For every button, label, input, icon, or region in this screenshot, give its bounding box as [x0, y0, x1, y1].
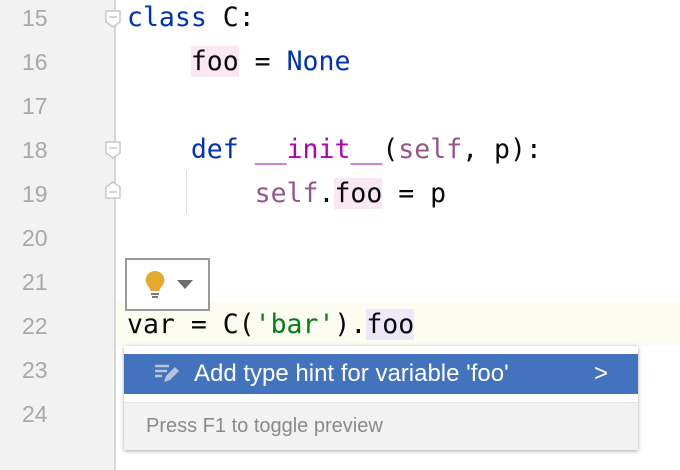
line-number: 17: [22, 93, 48, 119]
code-line-16[interactable]: foo = None: [127, 40, 350, 84]
popup-footer: Press F1 to toggle preview: [124, 402, 638, 450]
chevron-down-icon: [177, 280, 193, 289]
code-line-19[interactable]: self.foo = p: [127, 172, 446, 216]
line-number: 24: [22, 401, 48, 427]
line-number: 18: [22, 137, 48, 163]
fold-collapse-icon[interactable]: [105, 10, 121, 28]
code-line-18[interactable]: def __init__(self, p):: [127, 128, 542, 172]
line-number: 22: [22, 313, 48, 339]
fold-end-icon[interactable]: [105, 181, 121, 199]
line-number: 15: [22, 5, 48, 31]
line-number: 20: [22, 225, 48, 251]
line-number: 23: [22, 357, 48, 383]
fold-collapse-icon[interactable]: [105, 141, 121, 159]
intention-item-add-type-hint[interactable]: Add type hint for variable 'foo' >: [124, 354, 638, 394]
code-line-15[interactable]: class C:: [127, 0, 255, 40]
line-number: 19: [22, 181, 48, 207]
intention-actions-button[interactable]: [125, 258, 210, 311]
intention-popup: Add type hint for variable 'foo' > Press…: [124, 346, 638, 450]
lightbulb-icon: [145, 270, 165, 298]
line-number: 16: [22, 49, 48, 75]
line-number: 21: [22, 269, 48, 295]
edit-icon: [155, 364, 179, 382]
submenu-arrow-icon[interactable]: >: [594, 354, 608, 394]
